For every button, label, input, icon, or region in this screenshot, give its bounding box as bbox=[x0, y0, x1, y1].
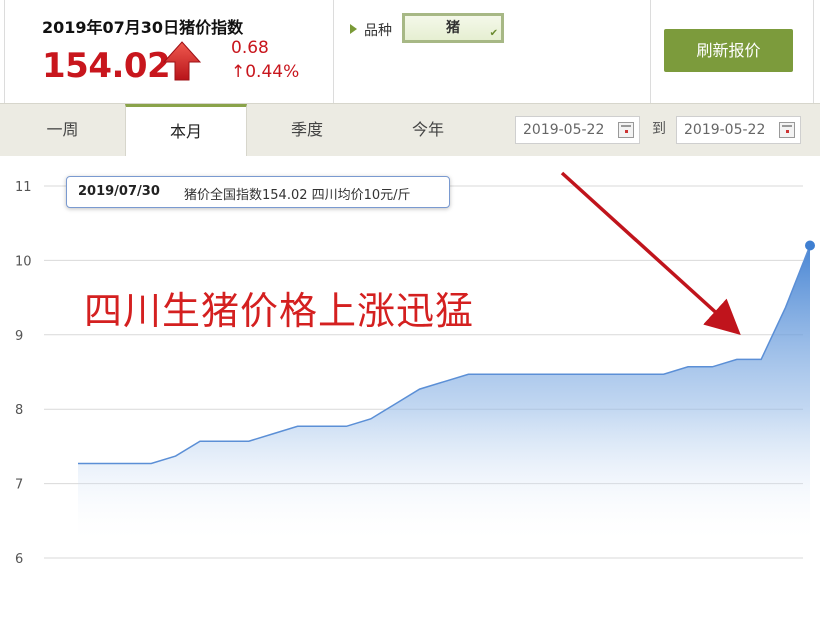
period-tab-bar: 一周 本月 季度 今年 2019-05-22 2019-05-22 bbox=[0, 103, 820, 156]
end-date-field[interactable]: 2019-05-22 bbox=[676, 116, 801, 144]
panel-divider bbox=[4, 0, 5, 103]
variety-select-value: 猪 bbox=[446, 20, 460, 36]
y-tick-label: 9 bbox=[15, 329, 23, 344]
y-tick-label: 6 bbox=[15, 552, 23, 567]
tab-month[interactable]: 本月 bbox=[125, 104, 247, 156]
panel-divider bbox=[333, 0, 334, 103]
variety-label: 品种 bbox=[364, 23, 392, 39]
date-range-separator: 到 bbox=[652, 121, 666, 137]
price-area-chart: 6 7 8 9 10 11 bbox=[15, 171, 815, 567]
y-tick-label: 10 bbox=[15, 254, 32, 269]
index-title: 2019年07月30日猪价指数 bbox=[42, 18, 244, 37]
tooltip-text: 猪价全国指数154.02 四川均价10元/斤 bbox=[184, 188, 411, 203]
tab-year[interactable]: 今年 bbox=[368, 104, 488, 156]
start-date-field[interactable]: 2019-05-22 bbox=[515, 116, 640, 144]
tooltip-date: 2019/07/30 bbox=[78, 184, 160, 199]
y-tick-label: 11 bbox=[15, 180, 32, 195]
index-change: 0.68 bbox=[231, 38, 269, 58]
calendar-icon[interactable] bbox=[618, 122, 634, 138]
index-value: 154.02 bbox=[42, 46, 171, 86]
end-date-value: 2019-05-22 bbox=[684, 122, 766, 138]
index-change-percent: ↑0.44% bbox=[231, 62, 300, 82]
tab-week[interactable]: 一周 bbox=[0, 104, 125, 156]
annotation-arrow bbox=[560, 171, 741, 336]
variety-arrow-icon bbox=[350, 24, 357, 34]
calendar-icon[interactable] bbox=[779, 122, 795, 138]
variety-select[interactable]: 猪 ✔ bbox=[402, 13, 504, 43]
start-date-value: 2019-05-22 bbox=[523, 122, 605, 138]
up-arrow-icon bbox=[163, 41, 201, 81]
chart-point-highlighted[interactable] bbox=[805, 240, 815, 251]
checkmark-icon: ✔ bbox=[489, 28, 498, 39]
chart-tooltip: 2019/07/30 猪价全国指数154.02 四川均价10元/斤 bbox=[66, 176, 450, 208]
y-tick-label: 7 bbox=[15, 478, 23, 493]
panel-divider bbox=[650, 0, 651, 103]
tab-quarter[interactable]: 季度 bbox=[246, 104, 368, 156]
panel-divider bbox=[813, 0, 814, 103]
annotation-headline: 四川生猪价格上涨迅猛 bbox=[84, 289, 475, 333]
refresh-price-button[interactable]: 刷新报价 bbox=[664, 29, 793, 72]
y-tick-label: 8 bbox=[15, 403, 23, 418]
